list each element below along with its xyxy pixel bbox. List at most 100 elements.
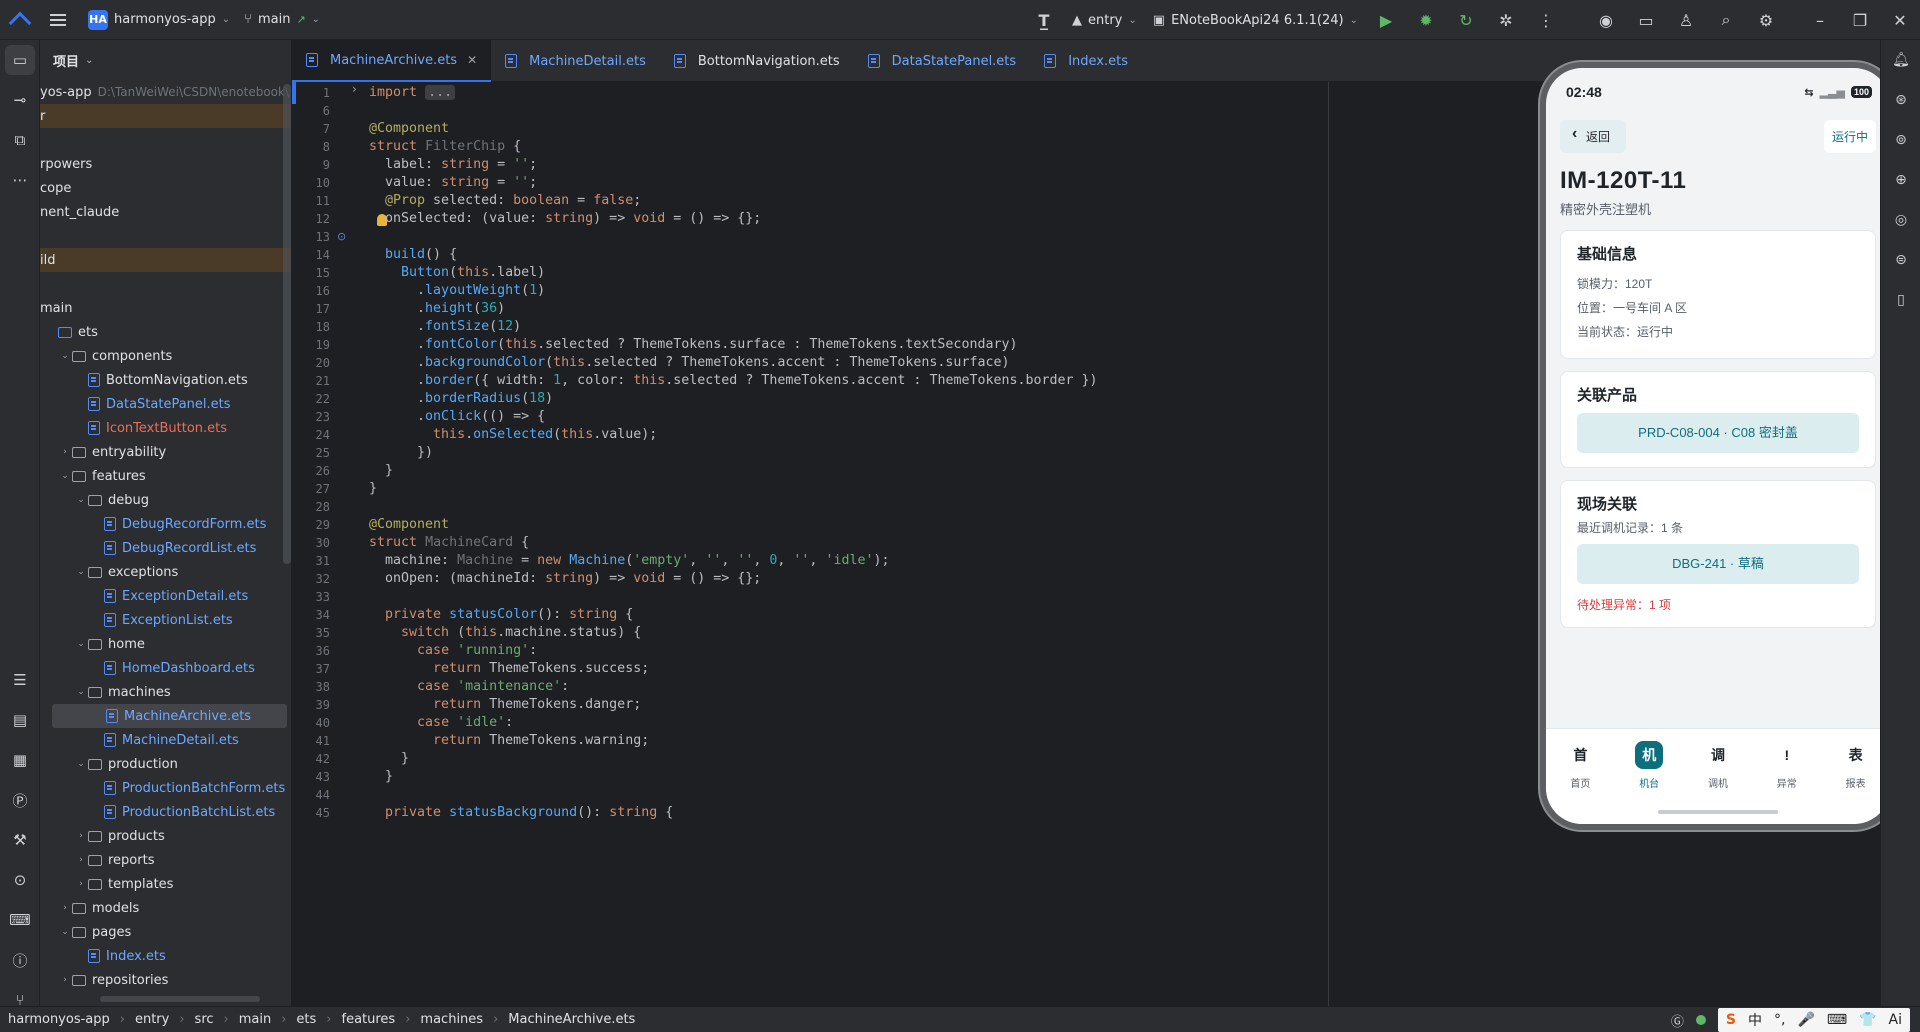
product-link-button[interactable]: PRD-C08-004 · C08 密封盖	[1577, 413, 1859, 453]
main-menu-icon[interactable]	[40, 0, 76, 40]
breadcrumb-item[interactable]: machines	[420, 1012, 483, 1027]
tree-file-item[interactable]: BottomNavigation.ets	[40, 368, 291, 392]
tree-file-item[interactable]: DebugRecordForm.ets	[40, 512, 291, 536]
minimize-icon[interactable]: –	[1800, 0, 1840, 40]
profiler-icon[interactable]: Ⓟ	[0, 780, 40, 820]
ime-button[interactable]: 🎤	[1797, 1012, 1814, 1028]
tree-item[interactable]: ild	[40, 248, 291, 272]
editor-tab[interactable]: DataStatePanel.ets	[854, 40, 1031, 82]
restore-icon[interactable]: ❐	[1840, 0, 1880, 40]
chevron-right-icon[interactable]: ›	[74, 831, 88, 841]
tree-file-item[interactable]: DebugRecordList.ets	[40, 536, 291, 560]
ai-chat-icon[interactable]: ⊛	[1881, 80, 1920, 120]
terminal-icon[interactable]: ⌨	[0, 900, 40, 940]
ime-button[interactable]: Ai	[1889, 1012, 1902, 1028]
editor-tab[interactable]: MachineArchive.ets ✕	[292, 40, 492, 82]
account-icon[interactable]: ♙	[1666, 0, 1706, 40]
breadcrumb-item[interactable]: harmonyos-app	[8, 1012, 110, 1027]
breadcrumb-item[interactable]: features	[342, 1012, 396, 1027]
ime-button[interactable]: 👕	[1859, 1012, 1876, 1028]
device-manager-icon[interactable]: ⊜	[1881, 240, 1920, 280]
chevron-down-icon[interactable]: ⌄	[74, 759, 88, 769]
tree-item[interactable]: nent_claude	[40, 200, 291, 224]
breadcrumb-item[interactable]: src	[195, 1012, 214, 1027]
build-icon[interactable]: ⚒	[0, 820, 40, 860]
nav-tab[interactable]: 表报表	[1828, 741, 1884, 824]
more-icon[interactable]: ⋮	[1526, 0, 1566, 40]
input-method-toolbar[interactable]: S 中 °, 🎤 ⌨ 👕 Ai	[1717, 1008, 1910, 1032]
tree-file-item[interactable]: MachineArchive.ets	[52, 704, 287, 728]
vertical-scrollbar[interactable]	[283, 84, 291, 564]
tree-folder-item[interactable]: › templates	[40, 872, 291, 896]
chevron-right-icon[interactable]: ›	[74, 879, 88, 889]
apply-changes-icon[interactable]: ↻	[1446, 0, 1486, 40]
nav-tab[interactable]: 首首页	[1552, 741, 1608, 824]
tree-folder-item[interactable]: ⌄ debug	[40, 488, 291, 512]
more-tools-icon[interactable]: ⋯	[0, 160, 40, 200]
tree-folder-item[interactable]: › models	[40, 896, 291, 920]
tree-folder-item[interactable]: ⌄ pages	[40, 920, 291, 944]
breadcrumb-item[interactable]: ets	[296, 1012, 316, 1027]
horizontal-scrollbar[interactable]	[100, 996, 260, 1002]
breadcrumb-item[interactable]: entry	[135, 1012, 169, 1027]
search-icon[interactable]: ⌕	[1706, 0, 1746, 40]
chevron-down-icon[interactable]: ⌄	[74, 495, 88, 505]
previewer-icon[interactable]: ▯	[1881, 280, 1920, 320]
branch-selector[interactable]: ⑂ main ↗ ⌄	[244, 12, 320, 27]
tree-folder-item[interactable]: ⌄ home	[40, 632, 291, 656]
tree-file-item[interactable]: ProductionBatchList.ets	[40, 800, 291, 824]
debug-record-button[interactable]: DBG-241 · 草稿	[1577, 544, 1859, 584]
editor-tab[interactable]: BottomNavigation.ets	[660, 40, 854, 82]
tree-item[interactable]	[40, 272, 291, 296]
device-selector[interactable]: ▣ ENoteBookApi24 6.1.1(24) ⌄	[1145, 0, 1366, 40]
run-config-selector[interactable]: ▲ entry ⌄	[1064, 0, 1145, 40]
close-tab-icon[interactable]: ✕	[467, 53, 477, 67]
chevron-down-icon[interactable]: ⌄	[74, 687, 88, 697]
settings-gear-icon[interactable]: ⚙	[1746, 0, 1786, 40]
sync-status-icon[interactable]	[1695, 1015, 1706, 1025]
layout-icon[interactable]: ▦	[0, 740, 40, 780]
chevron-down-icon[interactable]: ⌄	[74, 639, 88, 649]
insight-icon[interactable]: ◎	[1881, 200, 1920, 240]
chevron-right-icon[interactable]: ›	[74, 855, 88, 865]
tree-folder-item[interactable]: ⌄ features	[40, 464, 291, 488]
tree-item[interactable]: cope	[40, 176, 291, 200]
editor-tab[interactable]: Index.ets	[1030, 40, 1142, 82]
tree-folder-item[interactable]: › repositories	[40, 968, 291, 992]
problems-icon[interactable]: ⓘ	[0, 940, 40, 980]
tree-item[interactable]: r	[40, 104, 291, 128]
project-panel-header[interactable]: 项目 ⌄	[40, 40, 291, 80]
folder-icon[interactable]: ▭	[1626, 0, 1666, 40]
tree-item[interactable]: yos-app D:\TanWeiWei\CSDN\enotebook\	[40, 80, 291, 104]
chevron-right-icon[interactable]: ›	[58, 975, 72, 985]
ime-button[interactable]: ⌨	[1827, 1012, 1847, 1028]
todo-icon[interactable]: ☰	[0, 660, 40, 700]
breadcrumb-item[interactable]: main	[239, 1012, 271, 1027]
tree-folder-item[interactable]: › reports	[40, 848, 291, 872]
override-marker-icon[interactable]: ⊙	[337, 230, 346, 243]
tree-file-item[interactable]: ExceptionList.ets	[40, 608, 291, 632]
back-button[interactable]: 返回	[1560, 120, 1627, 153]
attach-debugger-icon[interactable]: ✲	[1486, 0, 1526, 40]
ime-button[interactable]: °,	[1774, 1012, 1785, 1028]
tree-file-item[interactable]: HomeDashboard.ets	[40, 656, 291, 680]
chevron-right-icon[interactable]: ›	[58, 903, 72, 913]
layout-inspector-icon[interactable]: ⊕	[1881, 160, 1920, 200]
structure-icon[interactable]: ⧉	[0, 120, 40, 160]
tree-folder-item[interactable]: ⌄ machines	[40, 680, 291, 704]
ime-button[interactable]: 中	[1748, 1010, 1762, 1030]
tree-folder-item[interactable]: ⌄ exceptions	[40, 560, 291, 584]
ai-assistant-icon[interactable]: ◉	[1586, 0, 1626, 40]
tree-folder-item[interactable]: › products	[40, 824, 291, 848]
debug-icon[interactable]: ✹	[1406, 0, 1446, 40]
notifications-icon[interactable]: 🔔︎	[1881, 40, 1920, 80]
chevron-down-icon[interactable]: ⌄	[58, 351, 72, 361]
tree-folder-item[interactable]: › entryability	[40, 440, 291, 464]
tree-file-item[interactable]: DataStatePanel.ets	[40, 392, 291, 416]
preview-icon[interactable]: ▤	[0, 700, 40, 740]
tree-item[interactable]: rpowers	[40, 152, 291, 176]
tree-file-item[interactable]: ProductionBatchForm.ets	[40, 776, 291, 800]
close-icon[interactable]: ✕	[1880, 0, 1920, 40]
tree-file-item[interactable]: ExceptionDetail.ets	[40, 584, 291, 608]
build-tool-icon[interactable]: T̲	[1024, 0, 1064, 40]
